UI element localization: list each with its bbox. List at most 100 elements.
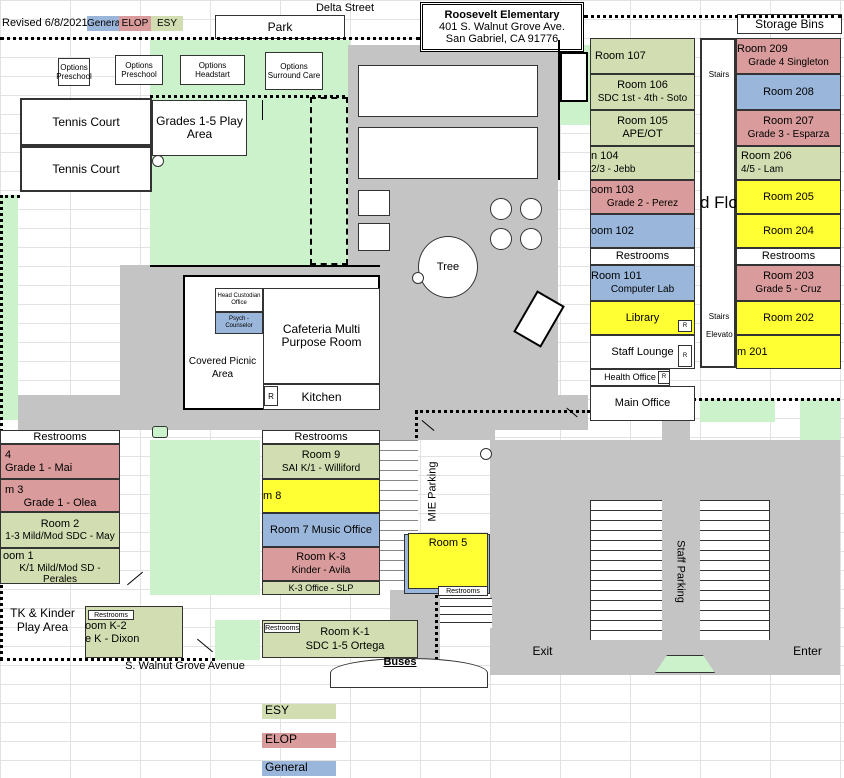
stairs-bottom: Stairs: [708, 312, 730, 321]
room-k-1-class: SDC 1-5 Ortega: [305, 640, 385, 652]
cafeteria-mpr: Cafeteria Multi Purpose Room: [263, 288, 380, 384]
park-label: Park: [215, 15, 345, 39]
basketball-court-top: [358, 65, 538, 117]
staff-parking: Staff Parking: [674, 540, 687, 603]
room-203-number: Room 203: [763, 270, 814, 282]
room-4: 4 Grade 1 - Mai: [0, 444, 120, 479]
room-k-3-class: Kinder - Avila: [291, 565, 351, 576]
room-k-2-number: oom K-2: [85, 620, 127, 632]
bench-1: [358, 190, 390, 216]
room-4-class: Grade 1 - Mai: [5, 462, 73, 474]
kitchen: Kitchen: [263, 384, 380, 410]
main-office: Main Office: [590, 386, 695, 421]
room-205: Room 205: [736, 180, 841, 214]
pole-circle: [152, 155, 164, 167]
room-206: Room 206 4/5 - Lam: [736, 146, 841, 180]
room-k-2-class: e K - Dixon: [85, 633, 140, 645]
room-105-number: Room 105: [617, 115, 668, 127]
stairs-box: [560, 52, 588, 102]
fence-mid: [415, 410, 590, 413]
basketball-court-bottom: [358, 127, 538, 179]
gate-line-5: [262, 100, 263, 120]
restrooms-100s: Restrooms: [590, 248, 695, 265]
library-restroom: R: [678, 320, 692, 332]
room-4-number: 4: [5, 449, 12, 461]
small-circle: [412, 272, 424, 284]
exit-label: Exit: [532, 644, 553, 658]
room-202: Room 202: [736, 301, 841, 335]
restrooms-left-wing: Restrooms: [0, 430, 120, 444]
portable-options-preschool-2: Options Preschool: [115, 55, 163, 85]
table-circle-4: [520, 228, 542, 250]
health-restroom: R: [658, 371, 670, 384]
key-general: Genera: [87, 16, 119, 31]
second-floor-label: d Flo: [700, 193, 738, 212]
room-101: Room 101 Computer Lab: [590, 265, 695, 301]
fence-room5: [435, 595, 438, 660]
school-address-2: San Gabriel, CA 91776: [445, 33, 559, 45]
room-107: Room 107: [590, 38, 695, 74]
school-address-1: 401 S. Walnut Grove Ave.: [439, 21, 565, 33]
gate-line-7: [150, 265, 380, 267]
room-103-class: Grade 2 - Perez: [606, 198, 679, 209]
delta-street-label: Delta Street: [315, 2, 375, 14]
small-circle-mie: [480, 448, 492, 460]
room-7: Room 7 Music Office: [262, 513, 380, 547]
bench-2: [358, 223, 390, 251]
k-3-office-slp: K-3 Office - SLP: [262, 581, 380, 595]
room-106: Room 106 SDC 1st - 4th - Soto: [590, 74, 695, 110]
room-206-number: Room 206: [741, 150, 792, 162]
room-103-number: oom 103: [591, 184, 634, 196]
room-k-2-restrooms: Restrooms: [88, 610, 134, 620]
room-203: Room 203 Grade 5 - Cruz: [736, 265, 841, 301]
stairs-top: Stairs: [708, 70, 730, 79]
restrooms-200s: Restrooms: [736, 248, 841, 265]
room-209: Room 209 Grade 4 Singleton: [736, 38, 841, 74]
room-1-class: K/1 Mild/Mod SD - Perales: [19, 563, 101, 585]
room-8: m 8: [262, 479, 380, 513]
room-103: oom 103 Grade 2 - Perez: [590, 180, 695, 214]
room-k-3-number: Room K-3: [296, 551, 346, 563]
room-k-1-restrooms: Restrooms: [264, 623, 300, 633]
room-106-class: SDC 1st - 4th - Soto: [597, 93, 688, 104]
legend-esy: ESY: [262, 704, 336, 719]
room-101-class: Computer Lab: [610, 284, 675, 295]
fence-left-top: [0, 195, 20, 198]
portable-options-headstart: Options Headstart: [180, 55, 245, 85]
parking-spaces-left: [590, 500, 662, 640]
kitchen-restroom: R: [264, 386, 278, 406]
room-1-number: oom 1: [3, 550, 34, 562]
play-area-grades-1-5: Grades 1-5 Play Area: [152, 100, 247, 156]
room-203-class: Grade 5 - Cruz: [755, 284, 822, 295]
table-circle-2: [520, 198, 542, 220]
room-207-class: Grade 3 - Esparza: [747, 129, 830, 140]
mie-parking: MIE Parking: [426, 461, 439, 522]
covered-picnic-area: Covered Picnic Area: [188, 356, 257, 380]
table-circle-1: [490, 198, 512, 220]
grass-lower-left: [150, 440, 260, 595]
grass-bottom-left: [215, 620, 260, 660]
room-k-3: Room K-3 Kinder - Avila: [262, 547, 380, 581]
tennis-court-2: Tennis Court: [20, 146, 152, 192]
table-circle-3: [490, 228, 512, 250]
room-104-number: n 104: [591, 150, 619, 162]
room-101-number: Room 101: [591, 270, 642, 282]
walnut-grove-avenue: S. Walnut Grove Avenue: [125, 660, 245, 672]
restrooms-mid-wing: Restrooms: [262, 430, 380, 444]
legend-elop: ELOP: [262, 733, 336, 748]
grass-right-strip: [700, 400, 775, 422]
room-9-class: SAI K/1 - Williford: [281, 462, 361, 474]
room-5-restrooms: Restrooms: [438, 586, 488, 596]
legend-general: General: [262, 761, 336, 776]
school-name: Roosevelt Elementary: [444, 9, 560, 21]
tk-kinder-play-area: TK & Kinder Play Area: [10, 606, 75, 634]
fence-top: [0, 37, 420, 40]
fence-top-right: [584, 15, 842, 18]
room-9: Room 9 SAI K/1 - Williford: [262, 444, 380, 479]
key-elop: ELOP: [119, 16, 151, 31]
room-3-number: m 3: [5, 484, 24, 496]
revised-date: Revised 6/8/2021: [2, 17, 88, 29]
room-3-class: Grade 1 - Olea: [23, 497, 97, 509]
room-104-class: 2/3 - Jebb: [591, 164, 636, 175]
room-1: oom 1 K/1 Mild/Mod SD - Perales: [0, 548, 120, 585]
